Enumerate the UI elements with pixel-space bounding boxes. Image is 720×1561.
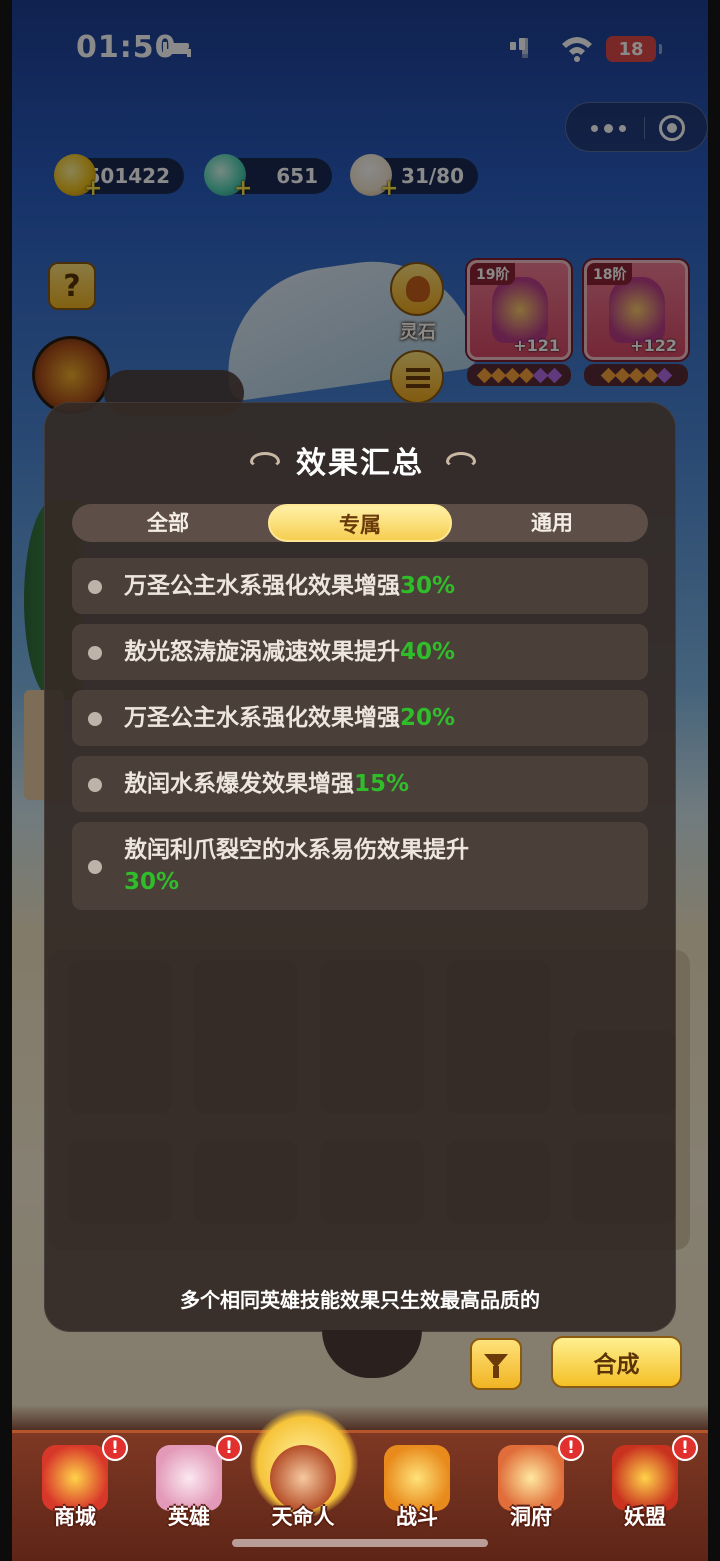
effect-text: 万圣公主水系强化效果增强 — [124, 573, 400, 599]
notification-badge: ! — [216, 1435, 242, 1461]
effect-filter-tabs: 全部 专属 通用 — [72, 504, 648, 542]
nav-item-alliance[interactable]: ! 妖盟 — [590, 1433, 700, 1553]
dialog-footnote: 多个相同英雄技能效果只生效最高品质的 — [180, 1288, 540, 1312]
bullet-icon — [88, 646, 102, 660]
nav-label: 妖盟 — [624, 1505, 666, 1529]
home-indicator[interactable] — [232, 1539, 488, 1547]
bullet-icon — [88, 712, 102, 726]
nav-label: 洞府 — [510, 1505, 552, 1529]
dialog-title: 效果汇总 — [296, 446, 424, 481]
nav-label: 天命人 — [271, 1505, 335, 1529]
filter-icon — [484, 1354, 508, 1378]
effect-item: 敖光怒涛旋涡减速效果提升40% — [72, 624, 648, 680]
notification-badge: ! — [102, 1435, 128, 1461]
filter-button[interactable] — [470, 1338, 522, 1390]
nav-item-cave[interactable]: ! 洞府 — [476, 1433, 586, 1553]
nav-item-shop[interactable]: ! 商城 — [20, 1433, 130, 1553]
notification-badge: ! — [558, 1435, 584, 1461]
effect-item: 敖闰水系爆发效果增强15% — [72, 756, 648, 812]
nav-item-heroes[interactable]: ! 英雄 — [134, 1433, 244, 1553]
effect-value: 40% — [400, 639, 456, 665]
tab-all[interactable]: 全部 — [76, 504, 260, 542]
bullet-icon — [88, 860, 102, 874]
notification-badge: ! — [672, 1435, 698, 1461]
effect-text: 敖闰利爪裂空的水系易伤效果提升 — [124, 837, 469, 863]
effect-value: 30% — [400, 573, 456, 599]
tab-general[interactable]: 通用 — [460, 504, 644, 542]
nav-label: 英雄 — [168, 1505, 210, 1529]
nav-label: 商城 — [54, 1505, 96, 1529]
effect-item: 敖闰利爪裂空的水系易伤效果提升 30% — [72, 822, 648, 910]
nav-item-battle[interactable]: 战斗 — [362, 1433, 472, 1553]
screen-edge-right — [708, 0, 720, 1561]
effect-item: 万圣公主水系强化效果增强30% — [72, 558, 648, 614]
nav-label: 战斗 — [396, 1505, 438, 1529]
nav-item-destined[interactable]: 天命人 — [248, 1409, 358, 1553]
synthesize-button[interactable]: 合成 — [551, 1336, 682, 1388]
effect-text: 万圣公主水系强化效果增强 — [124, 705, 400, 731]
effect-text: 敖闰水系爆发效果增强 — [124, 771, 354, 797]
tab-exclusive[interactable]: 专属 — [268, 504, 452, 542]
effect-value: 15% — [354, 771, 410, 797]
bullet-icon — [88, 580, 102, 594]
effect-text: 敖光怒涛旋涡减速效果提升 — [124, 639, 400, 665]
screen-edge-left — [0, 0, 12, 1561]
effect-value: 30% — [124, 869, 180, 895]
effect-item: 万圣公主水系强化效果增强20% — [72, 690, 648, 746]
effect-value: 20% — [400, 705, 456, 731]
bullet-icon — [88, 778, 102, 792]
